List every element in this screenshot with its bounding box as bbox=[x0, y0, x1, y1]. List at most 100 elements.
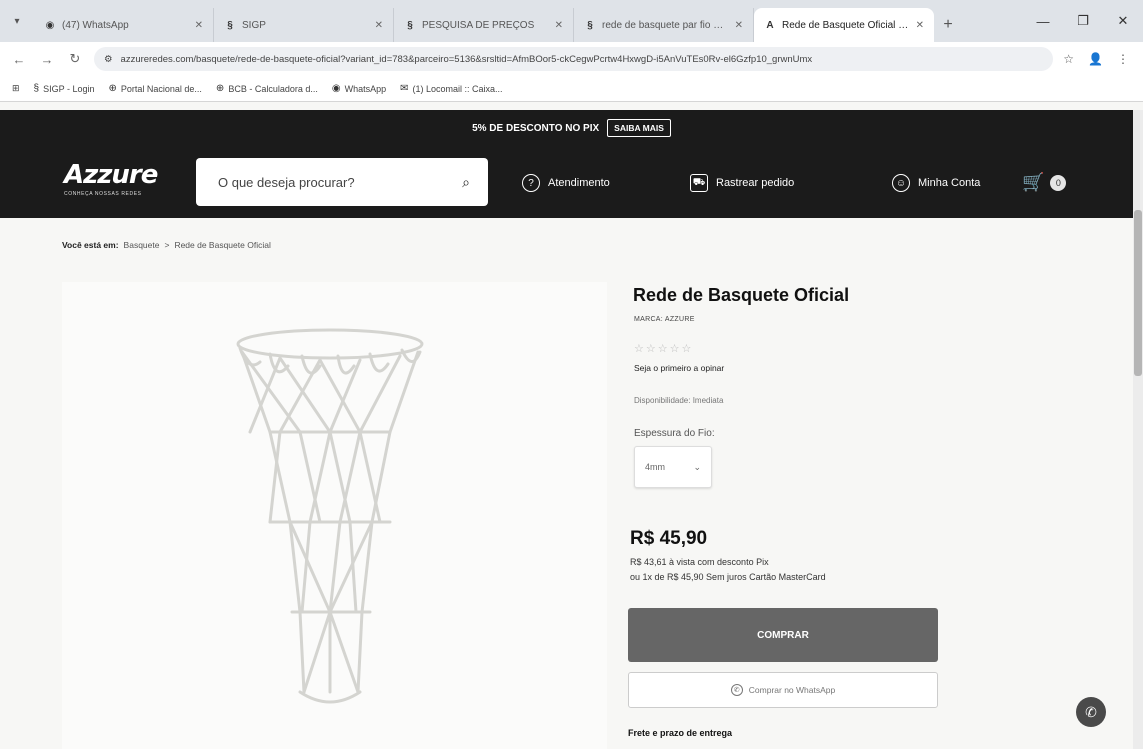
azzure-logo[interactable]: Azzure CONHEÇA NOSSAS REDES bbox=[64, 160, 158, 197]
tab-close-icon[interactable]: ✕ bbox=[555, 20, 563, 31]
whatsapp-icon: ✆ bbox=[730, 684, 743, 696]
search-icon[interactable]: ⌕ bbox=[462, 174, 470, 191]
breadcrumb: Você está em: Basquete > Rede de Basquet… bbox=[62, 240, 271, 250]
whatsapp-icon: ✆ bbox=[1085, 703, 1097, 720]
product-image-panel[interactable] bbox=[62, 282, 607, 749]
minimize-icon[interactable]: — bbox=[1023, 14, 1063, 29]
search-box: ⌕ bbox=[196, 158, 488, 206]
bookmark-portal-nacional[interactable]: ⊕ Portal Nacional de... bbox=[108, 83, 201, 94]
reload-icon[interactable]: ↻ bbox=[66, 51, 84, 67]
bookmark-label: Portal Nacional de... bbox=[120, 83, 202, 94]
star-icon: ☆ bbox=[657, 343, 670, 355]
azzure-icon: A bbox=[766, 19, 774, 31]
whatsapp-button-label: Comprar no WhatsApp bbox=[748, 685, 836, 695]
atendimento-link[interactable]: ? Atendimento bbox=[522, 174, 610, 192]
tab-sigp[interactable]: § SIGP ✕ bbox=[214, 8, 394, 42]
comprar-button[interactable]: COMPRAR bbox=[628, 608, 938, 662]
address-bar: ← → ↻ ⚙ azzureredes.com/basquete/rede-de… bbox=[0, 42, 1143, 76]
search-input[interactable] bbox=[218, 174, 463, 190]
tab-pesquisa-precos[interactable]: § PESQUISA DE PREÇOS ✕ bbox=[394, 8, 574, 42]
restore-icon[interactable]: ❐ bbox=[1063, 13, 1103, 29]
product-brand: MARCA: AZZURE bbox=[634, 316, 695, 323]
comprar-whatsapp-button[interactable]: ✆ Comprar no WhatsApp bbox=[628, 672, 938, 708]
tab-close-icon[interactable]: ✕ bbox=[735, 20, 743, 31]
chevron-down-icon: ⌄ bbox=[693, 461, 701, 472]
tab-title: Rede de Basquete Oficial - Rede bbox=[782, 19, 910, 31]
sigp-icon: § bbox=[33, 83, 40, 94]
promo-text: 5% DE DESCONTO NO PIX bbox=[472, 122, 600, 134]
availability-text: Disponibilidade: Imediata bbox=[634, 396, 724, 405]
page-scrollbar[interactable] bbox=[1133, 110, 1143, 749]
truck-icon: ⛟ bbox=[690, 174, 708, 192]
tab-title: PESQUISA DE PREÇOS bbox=[422, 19, 535, 31]
bookmark-star-icon[interactable]: ☆ bbox=[1063, 52, 1074, 66]
mail-icon: ✉ bbox=[400, 83, 409, 94]
installment-text: ou 1x de R$ 45,90 Sem juros Cartão Maste… bbox=[630, 572, 826, 582]
breadcrumb-item-basquete[interactable]: Basquete bbox=[124, 240, 160, 250]
address-bar-actions: ☆ 👤 ⋮ bbox=[1063, 52, 1133, 66]
apps-icon[interactable]: ⊞ bbox=[12, 83, 20, 94]
site-header: Azzure CONHEÇA NOSSAS REDES ⌕ ? Atendime… bbox=[0, 146, 1143, 218]
tab-close-icon[interactable]: ✕ bbox=[916, 20, 924, 31]
user-icon: ☺ bbox=[892, 174, 910, 192]
star-icon: ☆ bbox=[681, 343, 694, 355]
cart-button[interactable]: 🛒 0 bbox=[1022, 172, 1067, 193]
rastrear-label: Rastrear pedido bbox=[716, 177, 795, 189]
logo-tagline: CONHEÇA NOSSAS REDES bbox=[64, 191, 142, 197]
bookmark-bcb[interactable]: ⊕ BCB - Calculadora d... bbox=[216, 83, 318, 94]
globe-icon: ⊕ bbox=[108, 83, 117, 94]
pix-price: R$ 43,61 à vista com desconto Pix bbox=[630, 557, 769, 567]
site-info-icon[interactable]: ⚙ bbox=[104, 54, 113, 65]
browser-tab-strip: ▾ ◉ (47) WhatsApp ✕ § SIGP ✕ § PESQUISA … bbox=[0, 0, 1143, 42]
bookmark-whatsapp[interactable]: ◉ WhatsApp bbox=[332, 83, 386, 94]
back-icon[interactable]: ← bbox=[10, 52, 28, 67]
scrollbar-thumb[interactable] bbox=[1134, 210, 1142, 376]
star-icon: ☆ bbox=[669, 343, 682, 355]
tab-search-menu[interactable]: ▾ bbox=[0, 0, 34, 42]
review-cta-link[interactable]: Seja o primeiro a opinar bbox=[634, 363, 724, 373]
breadcrumb-separator: > bbox=[164, 240, 170, 250]
thickness-value: 4mm bbox=[645, 462, 665, 472]
bookmark-sigp-login[interactable]: § SIGP - Login bbox=[34, 83, 95, 94]
tab-rede-basquete-oficial[interactable]: A Rede de Basquete Oficial - Rede ✕ bbox=[754, 8, 934, 42]
bookmark-label: WhatsApp bbox=[344, 83, 387, 94]
thickness-label: Espessura do Fio: bbox=[634, 428, 715, 439]
bookmark-label: (1) Locomail :: Caixa... bbox=[412, 83, 503, 94]
atendimento-label: Atendimento bbox=[548, 177, 610, 189]
browser-menu-icon[interactable]: ⋮ bbox=[1117, 52, 1129, 66]
bookmark-label: SIGP - Login bbox=[43, 83, 95, 94]
new-tab-button[interactable]: + bbox=[934, 8, 962, 42]
breadcrumb-prefix: Você está em: bbox=[62, 240, 119, 250]
profile-icon[interactable]: 👤 bbox=[1088, 52, 1103, 66]
bookmark-label: BCB - Calculadora d... bbox=[228, 83, 318, 94]
tab-close-icon[interactable]: ✕ bbox=[195, 20, 203, 31]
tab-whatsapp[interactable]: ◉ (47) WhatsApp ✕ bbox=[34, 8, 214, 42]
promo-bar: 5% DE DESCONTO NO PIX SAIBA MAIS bbox=[0, 110, 1143, 146]
globe-icon: ⊕ bbox=[215, 83, 225, 94]
rating-stars[interactable]: ☆☆☆☆☆ bbox=[634, 342, 693, 355]
tab-close-icon[interactable]: ✕ bbox=[375, 20, 383, 31]
product-title: Rede de Basquete Oficial bbox=[633, 285, 850, 305]
floating-whatsapp-button[interactable]: ✆ bbox=[1076, 697, 1106, 727]
rastrear-pedido-link[interactable]: ⛟ Rastrear pedido bbox=[690, 174, 794, 192]
basketball-net-image bbox=[236, 328, 424, 704]
sigp-icon: § bbox=[587, 19, 593, 31]
breadcrumb-item-current: Rede de Basquete Oficial bbox=[174, 240, 271, 250]
bookmarks-bar: ⊞ § SIGP - Login ⊕ Portal Nacional de... ⊕… bbox=[0, 76, 1143, 102]
minha-conta-link[interactable]: ☺ Minha Conta bbox=[892, 174, 980, 192]
thickness-select[interactable]: 4mm ⌄ bbox=[634, 446, 712, 488]
forward-icon[interactable]: → bbox=[38, 52, 56, 67]
cart-count-badge: 0 bbox=[1050, 174, 1067, 191]
tab-rede-basquete-search[interactable]: § rede de basquete par fio 4mm ✕ bbox=[574, 8, 754, 42]
url-text: azzureredes.com/basquete/rede-de-basquet… bbox=[120, 53, 813, 65]
whatsapp-icon: ◉ bbox=[45, 19, 55, 31]
conta-label: Minha Conta bbox=[918, 177, 981, 189]
tab-title: SIGP bbox=[242, 19, 266, 31]
close-window-icon[interactable]: ✕ bbox=[1103, 13, 1143, 29]
whatsapp-icon: ◉ bbox=[331, 83, 341, 94]
product-price: R$ 45,90 bbox=[630, 528, 708, 549]
bookmark-locomail[interactable]: ✉ (1) Locomail :: Caixa... bbox=[400, 83, 502, 94]
saiba-mais-button[interactable]: SAIBA MAIS bbox=[607, 119, 671, 137]
url-field[interactable]: ⚙ azzureredes.com/basquete/rede-de-basqu… bbox=[94, 47, 1054, 71]
cart-icon: 🛒 bbox=[1022, 172, 1045, 192]
